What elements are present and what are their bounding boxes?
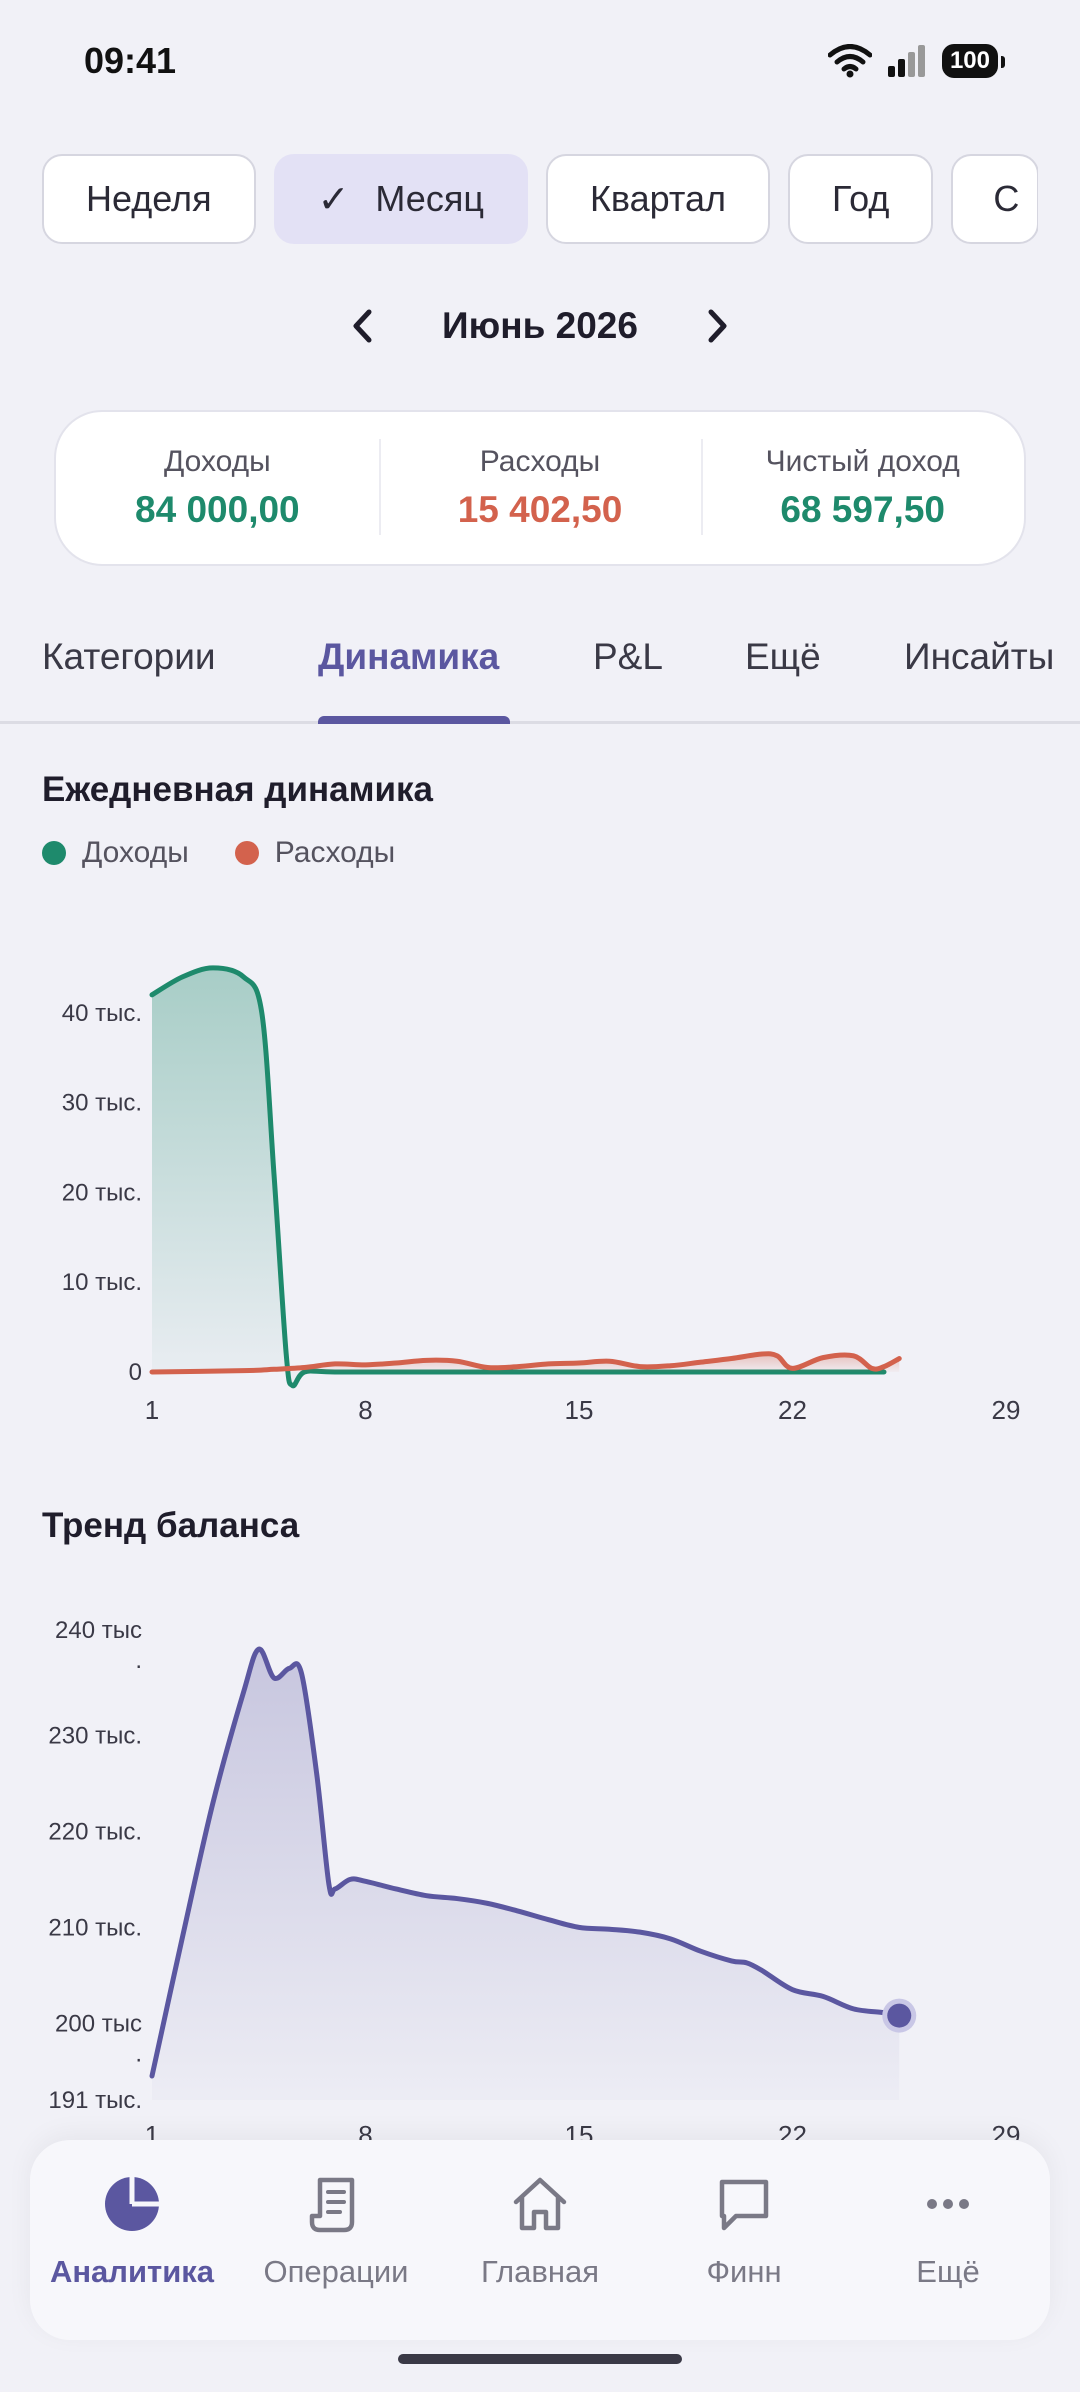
balance-trend-chart: 191 тыс. 200 тыс . 210 тыс. 220 тыс. 230 тыс.… xyxy=(48,1617,1021,2140)
pie-chart-icon xyxy=(96,2168,168,2240)
x-tick-label: 8 xyxy=(358,2120,372,2140)
income-legend-dot xyxy=(42,841,66,865)
wifi-icon xyxy=(827,44,872,78)
series-area-0 xyxy=(152,1649,900,2100)
expense-label: Расходы xyxy=(479,445,601,478)
legend-expense: Расходы xyxy=(234,836,395,870)
y-tick-label: 0 xyxy=(129,1359,142,1386)
tab-dynamics[interactable]: Динамика xyxy=(318,636,499,678)
next-month-button[interactable] xyxy=(698,306,738,346)
daily-dynamics-title: Ежедневная динамика xyxy=(42,770,433,809)
chevron-right-icon xyxy=(708,309,727,343)
more-icon xyxy=(912,2168,984,2240)
expense-legend-dot xyxy=(234,841,259,865)
daily-legend: Доходы Расходы xyxy=(42,836,395,870)
period-chip-quarter[interactable]: Квартал xyxy=(545,154,770,244)
status-bar: 09:41 100 xyxy=(0,0,1080,130)
y-tick-label: 240 тыс. xyxy=(55,1617,142,1674)
y-tick-label: 191 тыс. xyxy=(48,2087,142,2114)
period-selector: Неделя ✓ Месяц Квартал Год С xyxy=(42,154,1038,246)
home-icon xyxy=(504,2168,576,2240)
x-tick-label: 1 xyxy=(145,2120,159,2140)
status-icons: 100 xyxy=(827,44,1006,78)
x-tick-label: 29 xyxy=(992,2120,1021,2140)
previous-month-button[interactable] xyxy=(342,306,382,346)
tab-insights[interactable]: Инсайты xyxy=(904,636,1054,678)
period-chip-year[interactable]: Год xyxy=(788,154,934,244)
battery-icon: 100 xyxy=(941,44,1006,78)
x-tick-label: 22 xyxy=(778,2120,807,2140)
y-tick-label: 20 тыс. xyxy=(62,1179,142,1206)
check-icon: ✓ xyxy=(317,178,350,221)
income-value: 84 000,00 xyxy=(135,489,300,530)
home-indicator xyxy=(398,2354,682,2364)
month-navigation: Июнь 2026 xyxy=(0,296,1080,356)
receipt-icon xyxy=(300,2168,372,2240)
active-tab-indicator xyxy=(318,716,510,724)
income-summary: Доходы 84 000,00 xyxy=(56,445,379,531)
net-income-label: Чистый доход xyxy=(765,445,960,478)
month-title: Июнь 2026 xyxy=(442,305,638,346)
net-income-summary: Чистый доход 68 597,50 xyxy=(701,439,1024,535)
expense-summary: Расходы 15 402,50 xyxy=(378,439,702,535)
balance-end-point xyxy=(887,2003,912,2028)
legend-income: Доходы xyxy=(42,836,189,870)
tab-categories[interactable]: Категории xyxy=(42,636,216,678)
y-tick-label: 30 тыс. xyxy=(62,1090,142,1117)
net-income-value: 68 597,50 xyxy=(780,489,945,530)
chevron-left-icon xyxy=(353,309,372,343)
balance-trend-title: Тренд баланса xyxy=(42,1506,300,1545)
cellular-signal-icon xyxy=(887,45,925,77)
period-chip-custom[interactable]: С xyxy=(951,154,1038,244)
y-tick-label: 220 тыс. xyxy=(48,1818,142,1845)
nav-operations[interactable]: Операции xyxy=(236,2140,436,2340)
nav-home[interactable]: Главная xyxy=(440,2140,640,2340)
expense-value: 15 402,50 xyxy=(457,489,623,530)
y-tick-label: 210 тыс. xyxy=(48,1914,142,1941)
x-tick-label: 1 xyxy=(145,1395,159,1425)
daily-dynamics-chart: 0 10 тыс. 20 тыс. 30 тыс. 40 тыс. 1 8 15 22 29 xyxy=(62,965,1021,1425)
period-chip-month[interactable]: ✓ Месяц xyxy=(273,154,528,244)
nav-finn[interactable]: Финн xyxy=(644,2140,844,2340)
summary-card: Доходы 84 000,00 Расходы 15 402,50 Чисты… xyxy=(54,410,1026,566)
x-tick-label: 8 xyxy=(358,1395,372,1425)
y-tick-label: 40 тыс. xyxy=(62,1000,142,1027)
analytics-tabs: Категории Динамика P&L Ещё Инсайты xyxy=(0,620,1080,724)
status-time: 09:41 xyxy=(84,40,177,81)
x-tick-label: 15 xyxy=(565,1395,594,1425)
tab-more[interactable]: Ещё xyxy=(745,636,821,678)
x-tick-label: 22 xyxy=(778,1395,807,1425)
tab-pnl[interactable]: P&L xyxy=(593,636,663,678)
chat-icon xyxy=(708,2168,780,2240)
y-tick-label: 200 тыс. xyxy=(55,2010,142,2067)
nav-analytics[interactable]: Аналитика xyxy=(32,2140,232,2340)
x-tick-label: 15 xyxy=(565,2120,594,2140)
x-tick-label: 29 xyxy=(992,1395,1021,1425)
period-chip-week[interactable]: Неделя xyxy=(42,154,256,244)
income-label: Доходы xyxy=(163,445,271,478)
nav-more[interactable]: Ещё xyxy=(848,2140,1048,2340)
bottom-navigation: Аналитика Операции Главная Финн Ещё xyxy=(30,2140,1050,2340)
y-tick-label: 10 тыс. xyxy=(62,1269,142,1296)
y-tick-label: 230 тыс. xyxy=(48,1723,142,1750)
